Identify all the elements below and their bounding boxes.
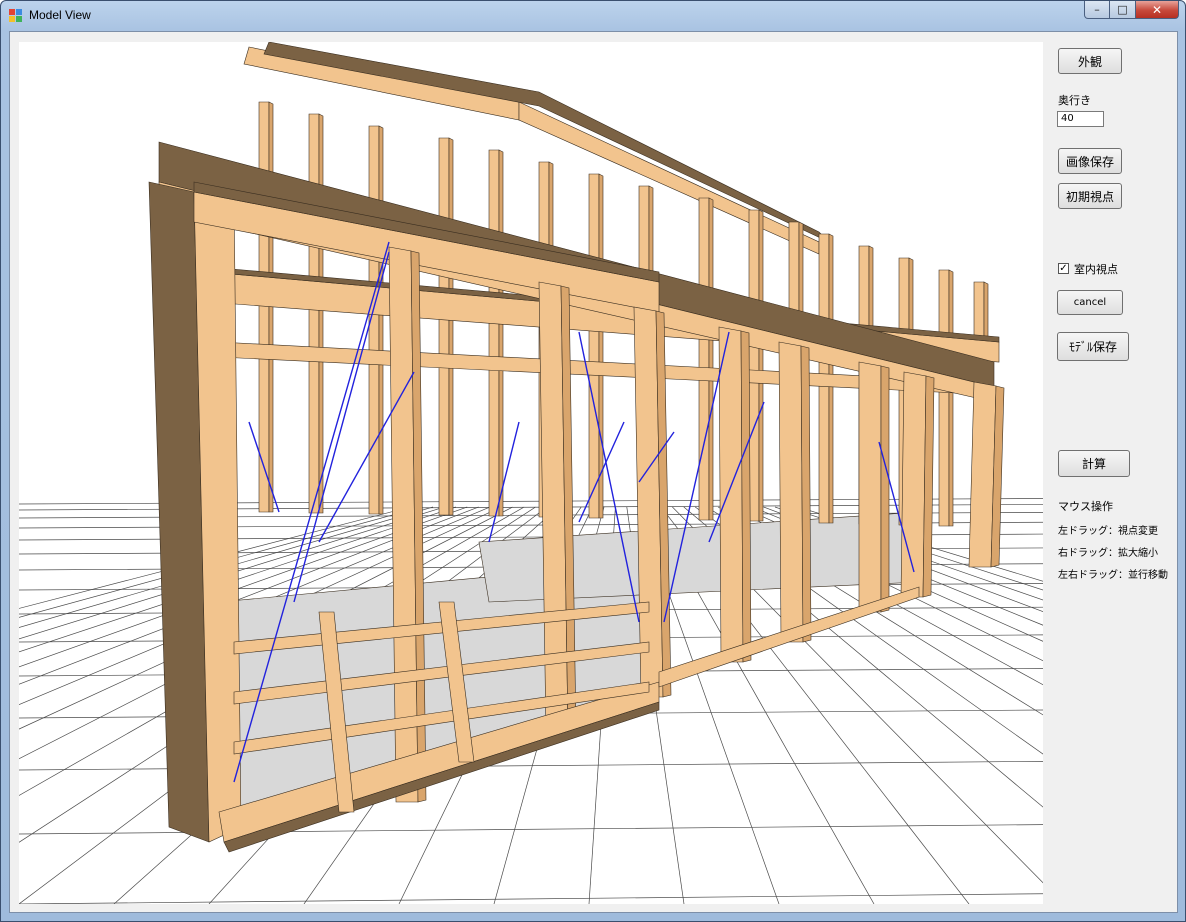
title-buttons: – □ ✕ <box>1084 1 1179 21</box>
back-post <box>698 197 710 521</box>
front-post-side <box>880 365 890 613</box>
timber-frame-model[interactable] <box>19 42 1043 904</box>
front-post <box>858 361 882 613</box>
back-post <box>938 269 950 527</box>
mouse-heading: マウス操作 <box>1058 500 1113 513</box>
save-model-button[interactable]: ﾓﾃﾞﾙ保存 <box>1057 332 1129 361</box>
front-post-side <box>800 345 812 643</box>
model-view-window: Model View – □ ✕ 外観 奥行き 40 画像保存 初期視点 ✓ 室… <box>0 0 1186 922</box>
calculate-button[interactable]: 計算 <box>1058 450 1130 477</box>
3d-viewport[interactable] <box>19 42 1043 904</box>
maximize-icon[interactable]: □ <box>1110 1 1136 19</box>
front-post <box>778 341 804 643</box>
grid-line <box>19 893 1043 904</box>
back-post-side <box>448 137 454 516</box>
depth-label: 奥行き <box>1058 94 1091 107</box>
back-post <box>748 209 760 522</box>
interior-view-label: 室内視点 <box>1074 263 1118 276</box>
mouse-help-right-drag: 右ドラッグ：拡大縮小 <box>1058 548 1158 559</box>
minimize-icon[interactable]: – <box>1084 1 1110 19</box>
back-post-side <box>378 125 384 515</box>
reset-view-button[interactable]: 初期視点 <box>1058 183 1122 209</box>
save-image-button[interactable]: 画像保存 <box>1058 148 1122 174</box>
app-icon <box>9 9 23 23</box>
cancel-button[interactable]: cancel <box>1057 290 1123 315</box>
client-area: 外観 奥行き 40 画像保存 初期視点 ✓ 室内視点 cancel ﾓﾃﾞﾙ保存… <box>9 31 1178 913</box>
back-post <box>488 149 500 517</box>
front-post <box>900 371 927 598</box>
back-post <box>258 101 270 513</box>
ridge-beam <box>518 101 820 255</box>
interior-view-checkbox[interactable]: ✓ <box>1058 263 1069 274</box>
back-post <box>438 137 450 516</box>
back-post <box>308 113 320 514</box>
back-post-side <box>948 269 954 527</box>
window-title: Model View <box>29 8 91 22</box>
back-post <box>588 173 600 519</box>
back-post-side <box>598 173 604 519</box>
title-bar[interactable]: Model View – □ ✕ <box>1 1 1185 31</box>
mouse-help-left-drag: 左ドラッグ：視点変更 <box>1058 526 1158 537</box>
mouse-help-both-drag: 左右ドラッグ：並行移動 <box>1058 570 1168 581</box>
front-post <box>718 326 744 663</box>
front-post-side <box>740 330 752 663</box>
close-icon[interactable]: ✕ <box>1136 1 1179 19</box>
back-post-side <box>498 149 504 517</box>
back-post-side <box>318 113 324 514</box>
depth-input[interactable]: 40 <box>1057 111 1104 127</box>
exterior-button[interactable]: 外観 <box>1058 48 1122 74</box>
back-post-side <box>758 209 764 522</box>
back-post-side <box>708 197 714 521</box>
control-panel: 外観 奥行き 40 画像保存 初期視点 ✓ 室内視点 cancel ﾓﾃﾞﾙ保存… <box>1050 32 1178 912</box>
